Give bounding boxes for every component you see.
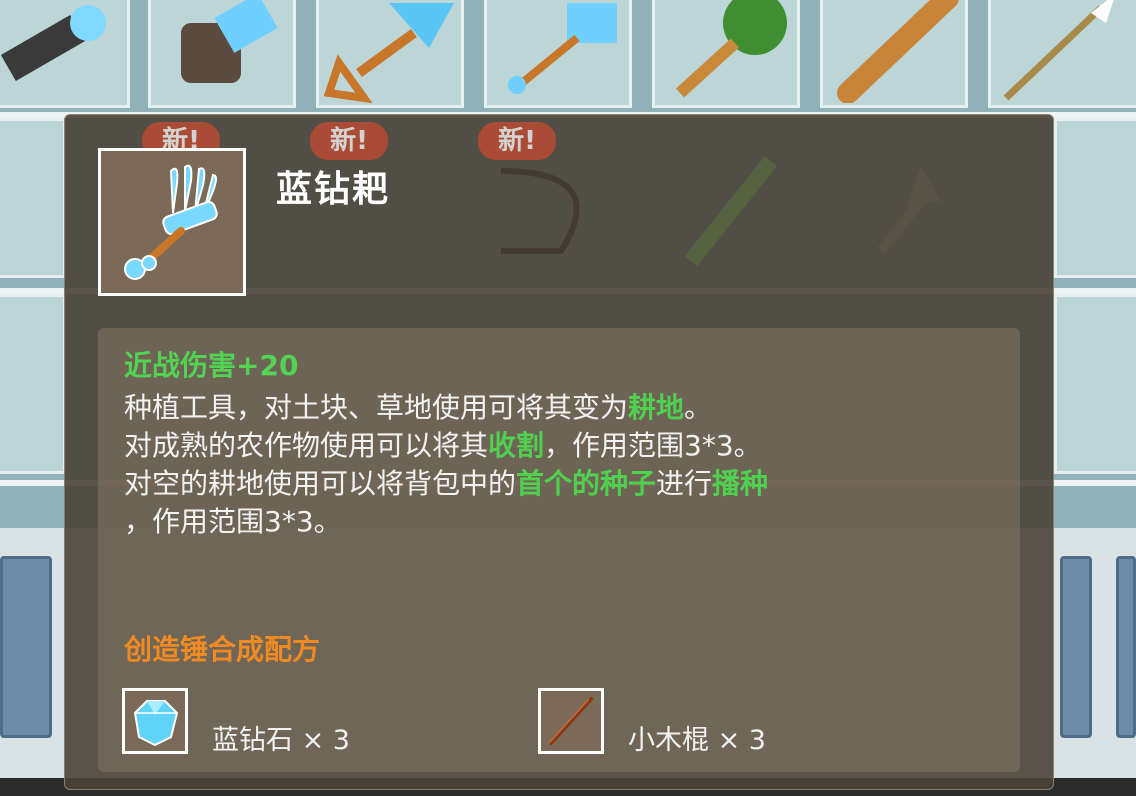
blue-diamond-icon [133, 700, 179, 747]
description-text: 。 [684, 391, 713, 424]
description-text: 对空的耕地使用可以将背包中的 [124, 467, 517, 500]
recipe-title: 创造锤合成配方 [124, 633, 321, 666]
new-badge: 新! [310, 122, 388, 160]
description-text: 对成熟的农作物使用可以将其 [124, 429, 489, 462]
description-line: ，作用范围3*3。 [124, 505, 342, 538]
description-text: ，作用范围3*3。 [544, 429, 762, 462]
highlight-text: 播种 [712, 467, 769, 500]
description-line: 对成熟的农作物使用可以将其收割，作用范围3*3。 [124, 424, 762, 464]
inventory-slot[interactable] [1054, 294, 1136, 474]
description-line: 种植工具，对土块、草地使用可将其变为耕地。 [124, 386, 712, 426]
melee-damage-stat: 近战伤害+20 [124, 349, 299, 382]
highlight-text: 首个的种子 [516, 467, 657, 500]
ingredient-label: 蓝钻石 × 3 [212, 725, 350, 756]
description-line: 对空的耕地使用可以将背包中的首个的种子进行播种 [124, 462, 768, 502]
ingredient-slot [122, 688, 188, 754]
blue-rake-icon [124, 164, 218, 280]
new-badge: 新! [478, 122, 556, 160]
description-text: 进行 [656, 467, 713, 500]
wooden-stick-icon [548, 697, 593, 745]
highlight-text: 耕地 [628, 391, 685, 424]
ingredient-label: 小木棍 × 3 [628, 725, 766, 756]
item-name: 蓝钻耙 [276, 169, 391, 210]
inventory-slot[interactable] [988, 0, 1136, 108]
inventory-slot[interactable] [1054, 118, 1136, 278]
description-text: 种植工具，对土块、草地使用可将其变为 [124, 391, 629, 424]
ingredient-slot [538, 688, 604, 754]
item-icon-frame [98, 148, 246, 296]
hotbar-slot[interactable] [1060, 556, 1092, 738]
highlight-text: 收割 [488, 429, 545, 462]
spear-icon [1003, 0, 1114, 101]
hotbar-slot[interactable] [1116, 556, 1136, 738]
